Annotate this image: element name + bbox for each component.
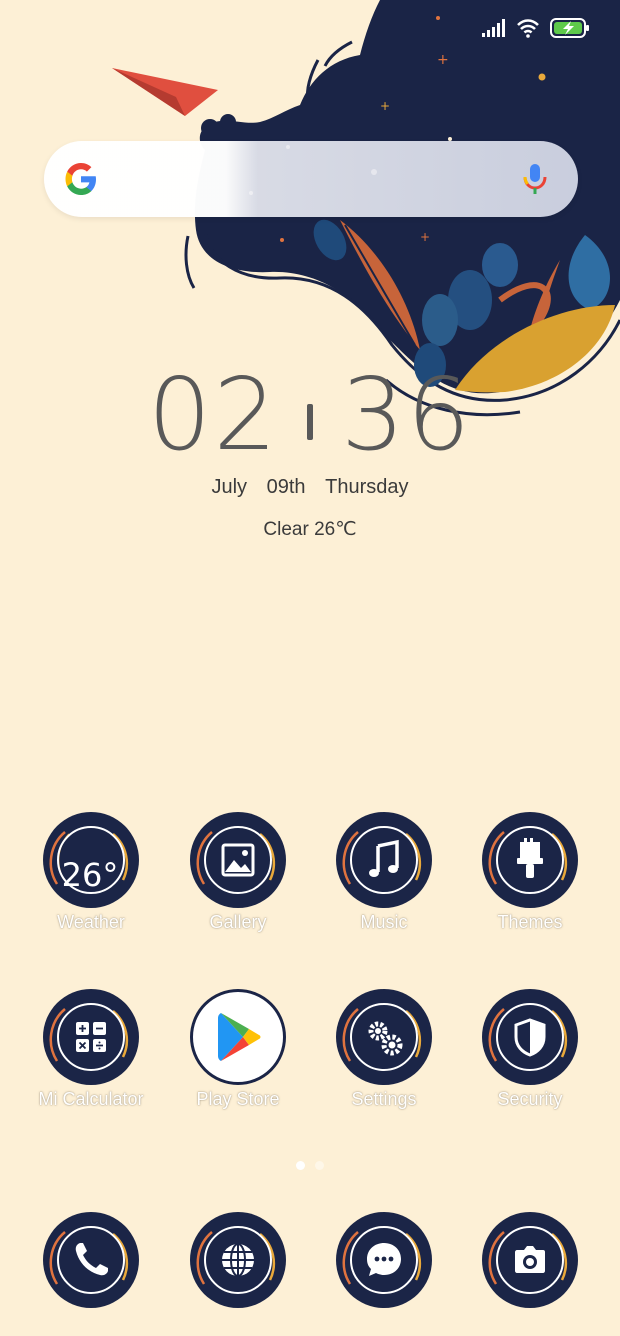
- weather-icon: 26°: [43, 812, 139, 908]
- page-dot[interactable]: [315, 1161, 324, 1170]
- app-label: Themes: [497, 912, 563, 932]
- clock-separator: [307, 403, 313, 440]
- app-label: Settings: [351, 1089, 417, 1109]
- voice-search-mic-icon[interactable]: [522, 163, 548, 197]
- google-search-bar[interactable]: [44, 141, 578, 217]
- app-mi-calculator[interactable]: Mi Calculator: [16, 989, 166, 1110]
- play-store-icon: [190, 989, 286, 1085]
- app-gallery[interactable]: Gallery: [163, 812, 313, 933]
- app-weather[interactable]: 26° Weather: [16, 812, 166, 933]
- weather-summary[interactable]: Clear 26℃: [0, 518, 620, 541]
- phone-icon: [43, 1212, 139, 1308]
- date-weekday: Thursday: [325, 476, 409, 498]
- app-label: Weather: [57, 912, 125, 932]
- dock-browser[interactable]: [163, 1212, 313, 1308]
- date-line: July 09th Thursday: [0, 476, 620, 499]
- app-label: Security: [497, 1089, 563, 1109]
- app-label: Gallery: [209, 912, 267, 932]
- music-icon: [336, 812, 432, 908]
- svg-text:+: +: [437, 52, 449, 68]
- clock-minutes: 36: [341, 356, 473, 473]
- calculator-icon: [43, 989, 139, 1085]
- themes-icon: [482, 812, 578, 908]
- signal-icon: [482, 19, 505, 37]
- page-dot-active[interactable]: [296, 1161, 305, 1170]
- page-indicator[interactable]: [0, 1161, 620, 1170]
- gallery-icon: [190, 812, 286, 908]
- date-month: July: [211, 476, 248, 498]
- google-logo-icon: [65, 163, 96, 195]
- messages-icon: [336, 1212, 432, 1308]
- battery-charging-icon: [550, 18, 589, 38]
- security-icon: [482, 989, 578, 1085]
- app-play-store[interactable]: Play Store: [163, 989, 313, 1110]
- app-label: Music: [360, 912, 408, 932]
- clock-hours: 02: [147, 356, 279, 473]
- app-settings[interactable]: Settings: [309, 989, 459, 1110]
- browser-icon: [190, 1212, 286, 1308]
- status-bar: [482, 12, 590, 44]
- date-day: 09th: [266, 476, 306, 498]
- camera-icon: [482, 1212, 578, 1308]
- app-label: Mi Calculator: [38, 1089, 144, 1109]
- dock-messages[interactable]: [309, 1212, 459, 1308]
- app-security[interactable]: Security: [455, 989, 605, 1110]
- clock-widget[interactable]: 02 36: [0, 360, 620, 470]
- wifi-icon: [517, 19, 539, 38]
- settings-icon: [336, 989, 432, 1085]
- dock-camera[interactable]: [455, 1212, 605, 1308]
- app-label: Play Store: [196, 1089, 280, 1109]
- svg-text:+: +: [380, 99, 390, 113]
- app-music[interactable]: Music: [309, 812, 459, 933]
- svg-text:+: +: [420, 230, 430, 244]
- app-themes[interactable]: Themes: [455, 812, 605, 933]
- dock-phone[interactable]: [16, 1212, 166, 1308]
- weather-badge: 26°: [62, 856, 119, 894]
